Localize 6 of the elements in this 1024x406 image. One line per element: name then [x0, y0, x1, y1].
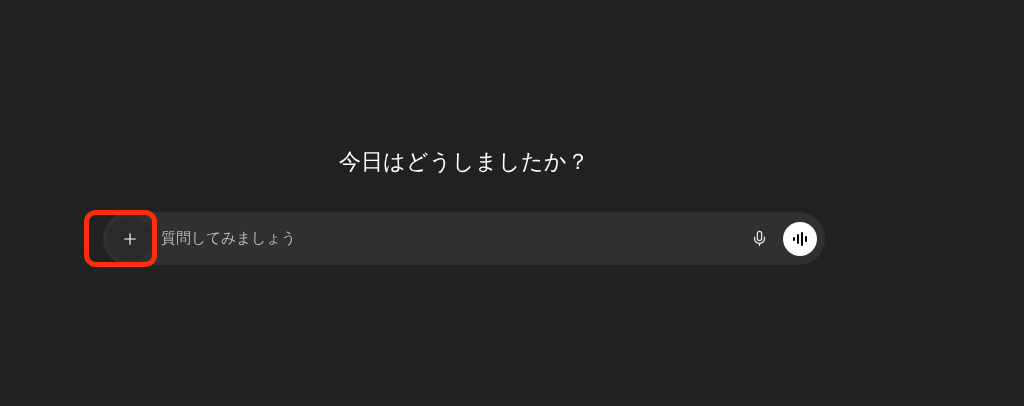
add-button[interactable]: [107, 215, 153, 262]
message-field[interactable]: 質問してみましょう: [103, 212, 825, 265]
waveform-icon: [792, 231, 808, 246]
heading: 今日はどうしましたか？: [339, 148, 589, 176]
message-input[interactable]: 質問してみましょう: [161, 227, 747, 250]
voice-mode-button[interactable]: [783, 221, 817, 256]
